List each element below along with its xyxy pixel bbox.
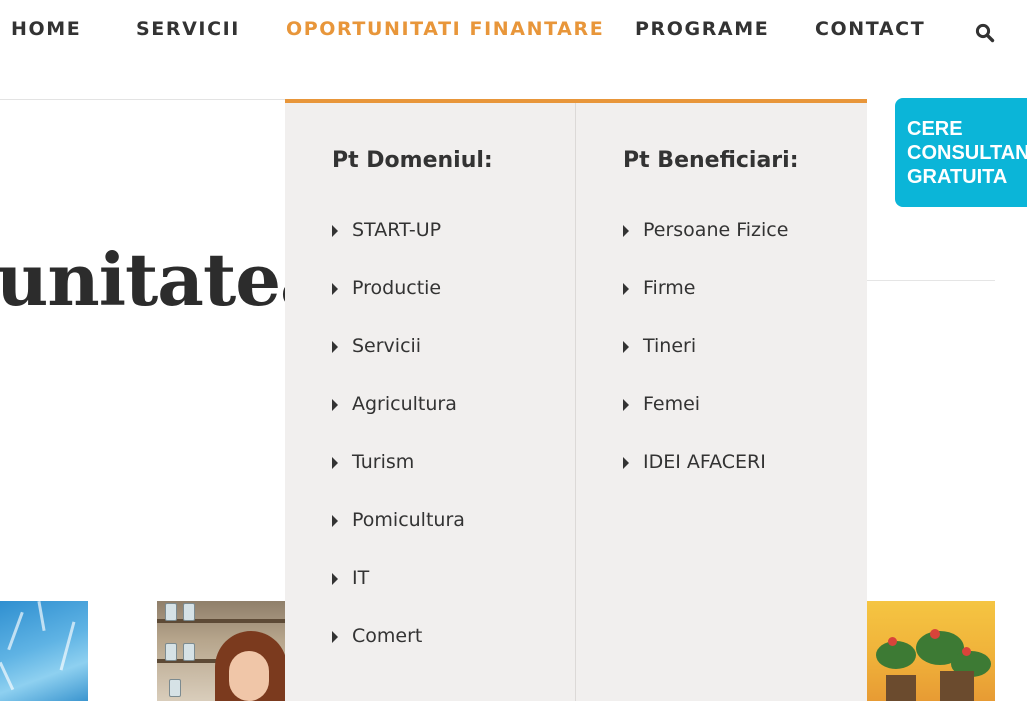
caret-right-icon: [332, 457, 338, 469]
nav-item-servicii[interactable]: SERVICII: [136, 18, 240, 40]
caret-right-icon: [623, 457, 629, 469]
content-divider: [866, 280, 995, 281]
top-navigation: HOME SERVICII OPORTUNITATI FINANTARE PRO…: [0, 0, 1027, 60]
hero-title: unitatea: [0, 237, 327, 322]
column-heading-domeniu: Pt Domeniul:: [332, 148, 493, 173]
search-icon[interactable]: [975, 23, 995, 43]
caret-right-icon: [332, 515, 338, 527]
header-divider: [0, 99, 285, 100]
caret-right-icon: [332, 341, 338, 353]
thumbnail-image-3[interactable]: [866, 601, 995, 701]
caret-right-icon: [623, 341, 629, 353]
caret-right-icon: [332, 399, 338, 411]
thumbnail-image-2[interactable]: [157, 601, 285, 701]
caret-right-icon: [623, 225, 629, 237]
caret-right-icon: [332, 631, 338, 643]
nav-item-home[interactable]: HOME: [11, 18, 81, 40]
nav-item-programe[interactable]: PROGRAME: [635, 18, 769, 40]
cta-label: CERE CONSULTANTA GRATUITA: [907, 118, 1027, 188]
free-consultation-button[interactable]: CERE CONSULTANTA GRATUITA: [895, 98, 1027, 207]
caret-right-icon: [623, 283, 629, 295]
nav-item-oportunitati-finantare[interactable]: OPORTUNITATI FINANTARE: [286, 18, 604, 40]
menu-column-beneficiari: Pt Beneficiari: Persoane Fizice Firme Ti…: [623, 148, 799, 473]
thumbnail-image-1[interactable]: [0, 601, 88, 701]
column-heading-beneficiari: Pt Beneficiari:: [623, 148, 799, 173]
caret-right-icon: [332, 573, 338, 585]
caret-right-icon: [332, 283, 338, 295]
nav-item-contact[interactable]: CONTACT: [815, 18, 925, 40]
caret-right-icon: [332, 225, 338, 237]
menu-column-domeniu: Pt Domeniul: START-UP Productie Servicii…: [285, 103, 576, 701]
financing-dropdown-menu: Pt Domeniul: START-UP Productie Servicii…: [285, 99, 867, 701]
caret-right-icon: [623, 399, 629, 411]
